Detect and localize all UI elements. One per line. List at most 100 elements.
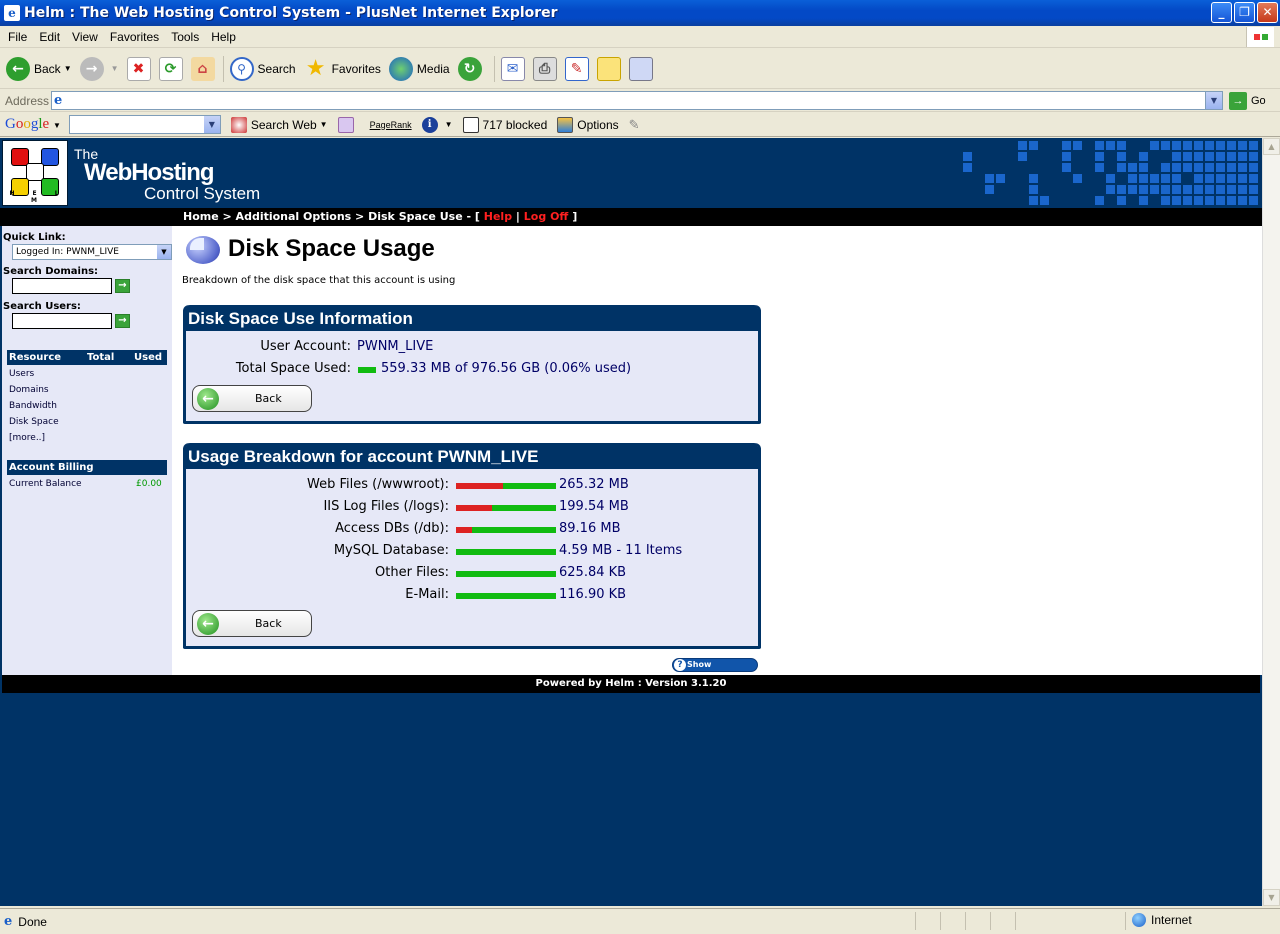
search-button[interactable]: ⚲ Search [229, 56, 296, 81]
info-button[interactable]: i ▼ [421, 116, 453, 133]
usage-bar-used [456, 505, 492, 511]
page-subtitle: Breakdown of the disk space that this ac… [182, 275, 456, 286]
discuss-icon[interactable] [596, 56, 621, 81]
helm-header: H E L M The WebHosting Control System [0, 138, 1262, 208]
search-users-go-icon[interactable]: → [115, 314, 130, 328]
resource-domains[interactable]: Domains [9, 385, 49, 395]
google-dropdown-icon[interactable]: ▼ [203, 116, 220, 133]
quick-link-value: Logged In: PWNM_LIVE [16, 247, 119, 257]
brand-line-2: WebHosting [84, 159, 215, 186]
vertical-scrollbar[interactable]: ▲ ▼ [1262, 138, 1280, 906]
refresh-icon[interactable]: ⟳ [158, 56, 183, 81]
media-button[interactable]: Media [388, 56, 450, 81]
favorites-label: Favorites [331, 61, 381, 76]
minimize-button[interactable]: _ [1211, 2, 1232, 23]
breadcrumb-bracket: ] [572, 210, 578, 223]
help-link[interactable]: Help [484, 210, 512, 223]
media-label: Media [416, 61, 450, 76]
internet-globe-icon [1132, 913, 1146, 927]
total-space-label: Total Space Used: [235, 361, 351, 376]
billing-header-label: Account Billing [9, 462, 94, 473]
close-button[interactable]: ✕ [1257, 2, 1278, 23]
breakdown-row: Web Files (/wwwroot): 265.32 MB [186, 477, 756, 495]
status-done: Done [18, 914, 47, 929]
helm-logo[interactable]: H E L M [2, 140, 68, 206]
options-icon [557, 116, 574, 133]
page-icon: e [54, 93, 63, 108]
resource-more-link[interactable]: [more..] [9, 433, 45, 443]
usage-bar-free [492, 505, 556, 511]
usage-bar-free [456, 571, 556, 577]
search-icon: ⚲ [229, 56, 254, 81]
log-off-link[interactable]: Log Off [524, 210, 569, 223]
current-balance-label[interactable]: Current Balance [9, 479, 82, 489]
menu-view[interactable]: View [66, 30, 104, 44]
disk-usage-icon [186, 236, 220, 264]
menu-tools[interactable]: Tools [165, 30, 205, 44]
home-icon[interactable]: ⌂ [190, 56, 215, 81]
search-domains-input[interactable] [12, 278, 112, 294]
usage-bar-used [456, 483, 503, 489]
breakdown-value: 265.32 MB [559, 477, 629, 492]
resource-disk-space[interactable]: Disk Space [9, 417, 59, 427]
quick-link-select[interactable]: Logged In: PWNM_LIVE ▼ [12, 244, 172, 260]
breakdown-label: Other Files: [375, 565, 449, 580]
breakdown-label: E-Mail: [405, 587, 449, 602]
search-web-button[interactable]: Search Web ▼ [230, 116, 328, 133]
stop-icon[interactable]: ✖ [126, 56, 151, 81]
mail-icon[interactable]: ✉ [500, 56, 525, 81]
menu-favorites[interactable]: Favorites [104, 30, 165, 44]
address-dropdown-icon[interactable]: ▼ [1205, 92, 1222, 109]
popup-blocker[interactable]: 717 blocked [462, 116, 548, 133]
search-web-label: Search Web [250, 117, 317, 132]
resource-bandwidth[interactable]: Bandwidth [9, 401, 57, 411]
menu-file[interactable]: File [2, 30, 33, 44]
breakdown-label: IIS Log Files (/logs): [323, 499, 449, 514]
total-space-value: 559.33 MB of 976.56 GB (0.06% used) [381, 361, 632, 376]
search-users-input[interactable] [12, 313, 112, 329]
research-icon[interactable] [628, 56, 653, 81]
binoculars-icon [230, 116, 247, 133]
security-zone: Internet [1132, 913, 1192, 927]
print-icon[interactable]: ⎙ [532, 56, 557, 81]
address-label: Address [5, 93, 50, 108]
media-globe-icon [388, 56, 413, 81]
favorites-button[interactable]: ★ Favorites [304, 56, 381, 81]
address-bar: Address e ▼ → Go [0, 90, 1280, 112]
google-search-input[interactable]: ▼ [68, 115, 221, 134]
go-button[interactable]: → Go [1229, 91, 1266, 110]
back-button-label: Back [255, 392, 282, 405]
scroll-down-icon[interactable]: ▼ [1263, 889, 1280, 906]
history-icon[interactable]: ↻ [457, 56, 482, 81]
breadcrumb-path[interactable]: Home > Additional Options > Disk Space U… [183, 210, 480, 223]
back-button[interactable]: ← Back [192, 385, 312, 412]
main-content: Disk Space Usage Breakdown of the disk s… [172, 226, 1262, 681]
ie-icon: e [4, 5, 20, 21]
google-logo[interactable]: Google ▼ [5, 116, 61, 133]
menu-help[interactable]: Help [205, 30, 242, 44]
back-nav-button[interactable]: ← Back ▼ [6, 56, 72, 81]
page-viewport: H E L M The WebHosting Control System Ho… [0, 138, 1262, 906]
search-domains-label: Search Domains: [3, 266, 99, 277]
search-users-label: Search Users: [3, 301, 81, 312]
resource-users[interactable]: Users [9, 369, 34, 379]
breakdown-value: 4.59 MB - 11 Items [559, 543, 683, 558]
scroll-up-icon[interactable]: ▲ [1263, 138, 1280, 155]
user-account-value: PWNM_LIVE [357, 339, 434, 354]
blocked-count: 717 blocked [482, 117, 548, 132]
highlighter-icon[interactable]: ✎ [629, 117, 640, 133]
address-input[interactable]: e ▼ [51, 91, 1223, 110]
breakdown-label: MySQL Database: [333, 543, 449, 558]
show-quickhelp-button[interactable]: ? Show QuickHelp [672, 658, 758, 681]
options-button[interactable]: Options [557, 116, 619, 133]
edit-icon[interactable]: ✎ [564, 56, 589, 81]
status-bar: e Done Internet [0, 908, 1280, 934]
news-icon[interactable] [337, 116, 358, 133]
menu-edit[interactable]: Edit [33, 30, 66, 44]
forward-nav-button[interactable]: → ▼ [79, 56, 119, 81]
usage-bar-free [456, 549, 556, 555]
maximize-button[interactable]: ❐ [1234, 2, 1255, 23]
back-button[interactable]: ← Back [192, 610, 312, 637]
search-domains-go-icon[interactable]: → [115, 279, 130, 293]
windows-logo-icon [1246, 27, 1274, 47]
